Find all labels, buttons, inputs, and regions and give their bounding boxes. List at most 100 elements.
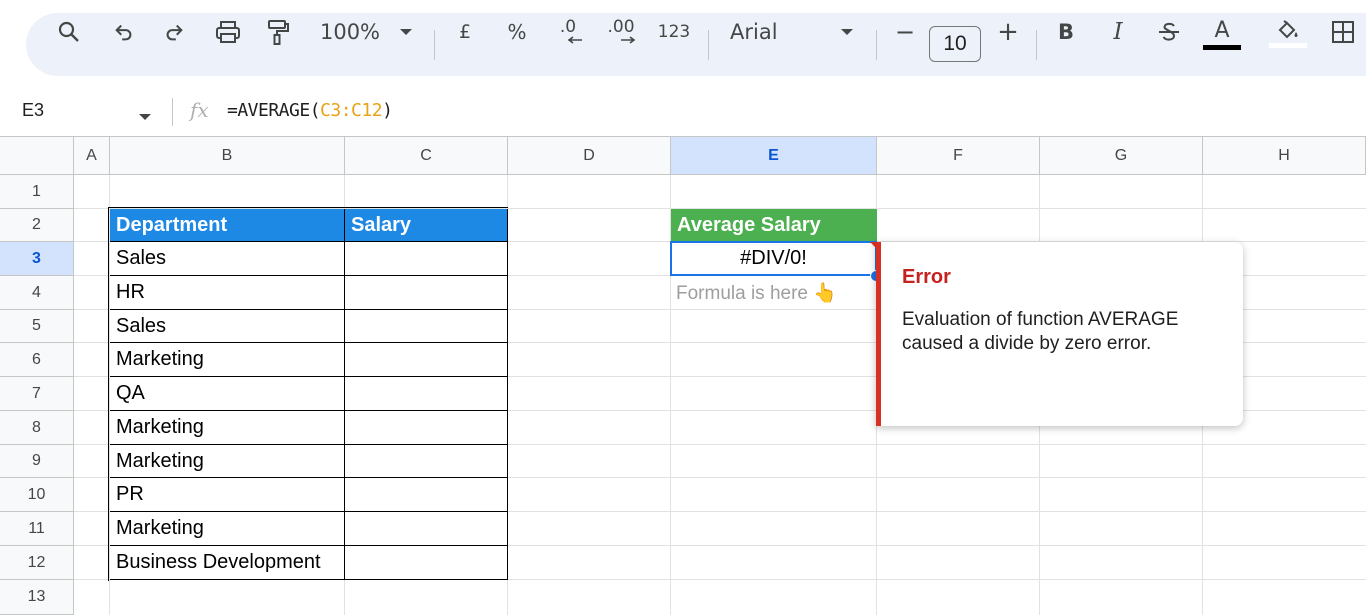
arrow-right-icon [621,36,636,44]
department-cell[interactable]: Marketing [110,411,345,445]
formula-prefix: =AVERAGE( [227,100,321,121]
row-header-13[interactable]: 13 [0,580,74,615]
search-button[interactable] [52,0,86,63]
percent-button[interactable]: % [504,0,530,63]
increase-font-size-button[interactable]: + [994,0,1022,63]
salary-cell[interactable] [345,242,508,276]
redo-button[interactable] [158,0,190,63]
department-cell[interactable]: Business Development [110,546,345,580]
row-header-2[interactable]: 2 [0,209,74,242]
italic-button[interactable]: I [1104,0,1132,63]
row-header-10[interactable]: 10 [0,478,74,512]
zoom-dropdown-button[interactable] [394,0,418,63]
column-header-a[interactable]: A [74,137,110,175]
undo-button[interactable] [108,0,140,63]
formula-divider [172,98,173,126]
name-box-dropdown[interactable] [138,108,152,126]
row-header-3[interactable]: 3 [0,242,74,276]
text-color-swatch [1203,44,1241,50]
currency-button[interactable]: £ [452,0,478,63]
number-format-button[interactable]: 123 [654,0,694,63]
salary-cell[interactable] [345,276,508,310]
toolbar-divider [1036,30,1037,60]
currency-label: £ [458,20,472,43]
department-cell[interactable]: Marketing [110,512,345,546]
average-salary-header[interactable]: Average Salary [671,209,877,242]
table-header-salary[interactable]: Salary [345,209,508,242]
toolbar-divider [876,30,877,60]
name-box[interactable]: E3 [22,100,44,121]
row-header-1[interactable]: 1 [0,175,74,209]
row-header-8[interactable]: 8 [0,411,74,445]
fill-color-button[interactable] [1268,0,1308,63]
column-header-d[interactable]: D [508,137,671,175]
paint-format-icon [268,19,289,45]
chevron-down-icon [400,28,412,35]
row-header-4[interactable]: 4 [0,276,74,310]
chevron-down-icon [841,28,853,35]
row-header-12[interactable]: 12 [0,546,74,580]
fill-color-swatch [1269,43,1307,48]
department-cell[interactable]: QA [110,377,345,411]
print-button[interactable] [210,0,246,63]
department-cell[interactable]: PR [110,478,345,512]
salary-cell[interactable] [345,445,508,478]
font-family-value: Arial [730,19,778,44]
borders-button[interactable] [1326,0,1360,63]
column-header-c[interactable]: C [345,137,508,175]
decrease-font-size-button[interactable]: − [892,0,918,63]
toolbar-divider [434,30,435,60]
row-header-9[interactable]: 9 [0,445,74,478]
department-cell[interactable]: Sales [110,310,345,343]
error-title: Error [902,266,951,288]
column-header-g[interactable]: G [1040,137,1203,175]
salary-cell[interactable] [345,310,508,343]
select-all-corner[interactable] [0,137,74,175]
font-size-input[interactable]: 10 [929,26,981,62]
department-cell[interactable]: Sales [110,242,345,276]
increase-decimal-button[interactable]: .00 [602,0,640,63]
text-color-icon: A [1214,17,1230,43]
redo-icon [166,24,183,40]
paint-format-button[interactable] [262,0,294,63]
row-header-6[interactable]: 6 [0,343,74,377]
zoom-select[interactable]: 100% [316,0,384,63]
search-icon [58,21,79,42]
column-header-f[interactable]: F [877,137,1040,175]
font-family-dropdown-button[interactable] [836,0,858,63]
minus-icon: − [894,17,916,46]
font-family-select[interactable]: Arial [730,0,820,63]
formula-suffix: ) [382,100,393,121]
text-color-button[interactable]: A [1202,0,1242,63]
plus-icon: + [997,16,1019,47]
toolbar-divider [708,30,709,60]
arrow-left-icon [567,36,582,44]
table-header-department[interactable]: Department [110,209,345,242]
row-header-7[interactable]: 7 [0,377,74,411]
salary-cell[interactable] [345,546,508,580]
salary-cell[interactable] [345,478,508,512]
increase-decimal-label: .00 [607,17,635,37]
row-header-11[interactable]: 11 [0,512,74,546]
number-format-label: 123 [657,21,691,42]
strikethrough-button[interactable] [1154,0,1184,63]
selected-cell-e3[interactable]: #DIV/0! [670,241,877,276]
department-cell[interactable]: Marketing [110,445,345,478]
salary-cell[interactable] [345,343,508,377]
formula-input[interactable]: =AVERAGE(C3:C12) [227,100,393,121]
department-cell[interactable]: Marketing [110,343,345,377]
salary-cell[interactable] [345,377,508,411]
column-header-b[interactable]: B [110,137,345,175]
bold-icon: B [1057,19,1074,44]
bold-button[interactable]: B [1052,0,1080,63]
italic-icon: I [1113,18,1123,45]
column-header-e[interactable]: E [671,137,877,175]
column-header-h[interactable]: H [1203,137,1366,175]
decrease-decimal-button[interactable]: .0 [550,0,586,63]
salary-cell[interactable] [345,512,508,546]
department-cell[interactable]: HR [110,276,345,310]
formula-note: Formula is here 👆 [676,283,837,304]
fx-icon: fx [190,98,209,122]
salary-cell[interactable] [345,411,508,445]
row-header-5[interactable]: 5 [0,310,74,343]
